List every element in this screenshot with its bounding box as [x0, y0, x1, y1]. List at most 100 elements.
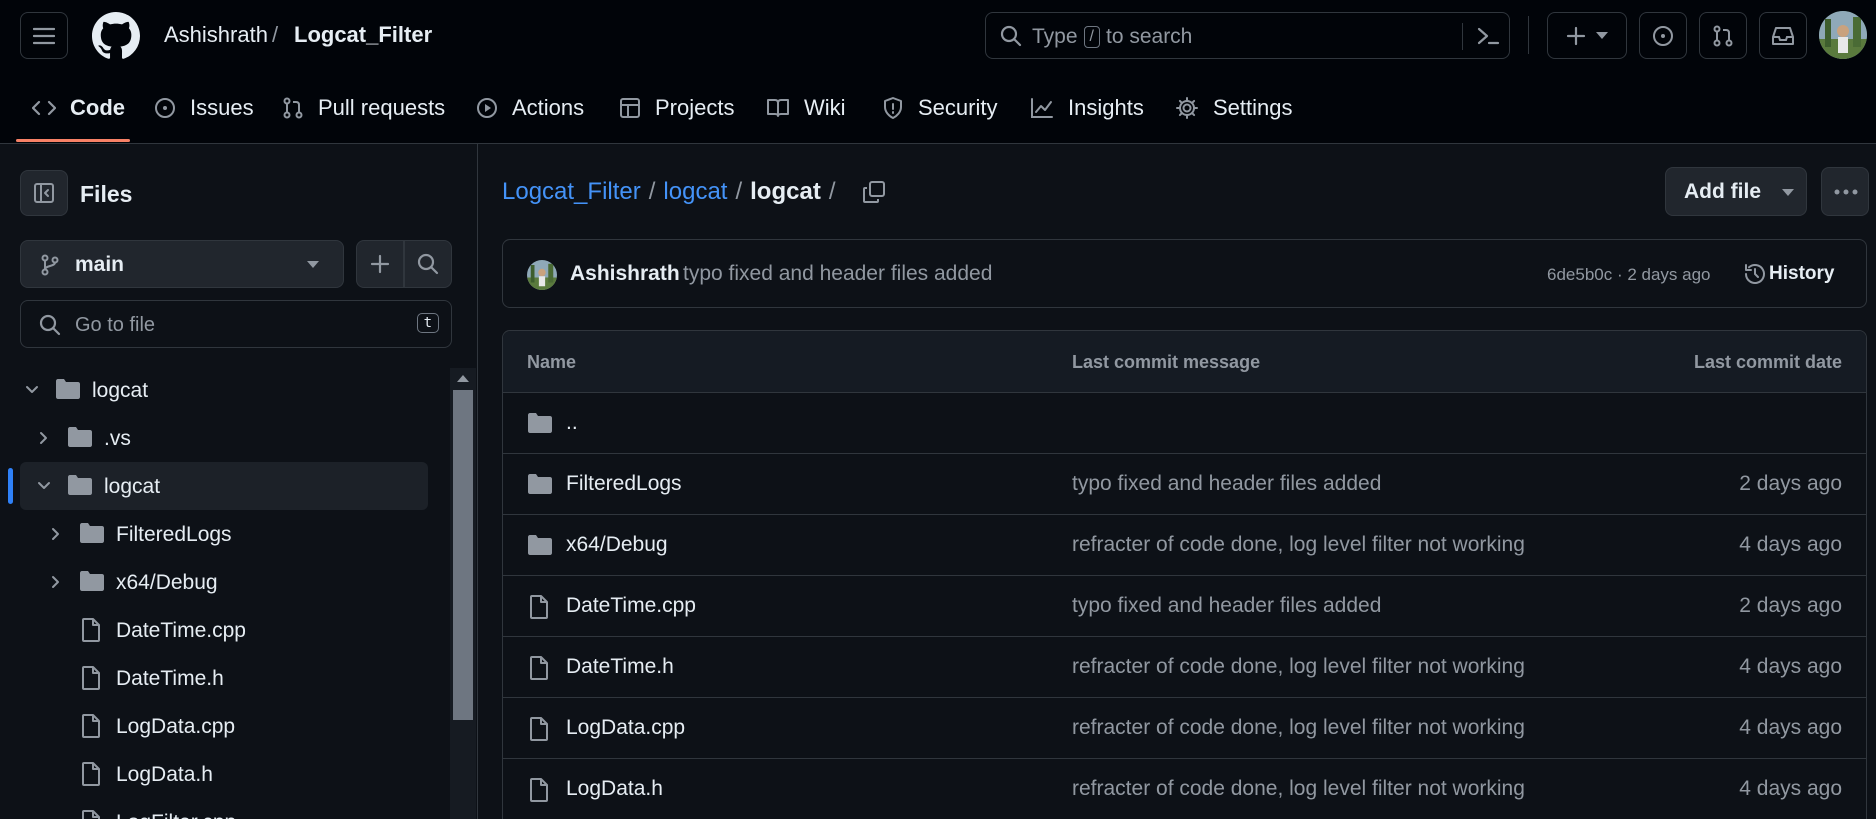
commit-message[interactable]: typo fixed and header files added [683, 262, 992, 286]
tab-security[interactable]: Security [882, 92, 997, 124]
add-file-label: Add file [1684, 180, 1761, 203]
file-name-link[interactable]: FilteredLogs [566, 472, 682, 496]
sidebar-collapse-icon [34, 183, 54, 203]
tab-insights[interactable]: Insights [1030, 92, 1144, 124]
create-new-button[interactable] [1547, 12, 1627, 59]
tab-settings-label: Settings [1213, 95, 1293, 120]
tab-pull-requests-label: Pull requests [318, 95, 446, 120]
table-row[interactable]: DateTime.cpp typo fixed and header files… [503, 576, 1866, 637]
file-name-link[interactable]: x64/Debug [566, 533, 668, 557]
tree-item-logcat-root[interactable]: logcat [0, 370, 428, 410]
branch-selector[interactable]: main [20, 240, 344, 288]
search-placeholder-before: Type [1032, 25, 1078, 48]
commit-message-link[interactable]: refracter of code done, log level filter… [1072, 716, 1525, 740]
search-icon [417, 253, 439, 275]
scrollbar-thumb[interactable] [453, 390, 473, 720]
table-row[interactable]: DateTime.h refracter of code done, log l… [503, 637, 1866, 698]
tab-projects[interactable]: Projects [619, 92, 734, 124]
kebab-horizontal-icon [1834, 189, 1858, 195]
file-icon [530, 595, 548, 619]
avatar[interactable] [1819, 11, 1867, 59]
table-row[interactable]: FilteredLogs typo fixed and header files… [503, 454, 1866, 515]
tree-item-filteredlogs[interactable]: FilteredLogs [0, 514, 428, 554]
menu-button[interactable] [20, 12, 68, 59]
breadcrumb-separator: / [735, 178, 743, 205]
table-row[interactable]: x64/Debug refracter of code done, log le… [503, 515, 1866, 576]
owner-link[interactable]: Ashishrath [164, 22, 268, 48]
go-to-file-input[interactable]: Go to file t [20, 300, 452, 348]
inbox-button[interactable] [1759, 12, 1807, 59]
commit-author[interactable]: Ashishrath [570, 262, 680, 286]
github-logo[interactable] [92, 12, 140, 60]
copy-icon[interactable] [862, 180, 886, 204]
breadcrumb-separator: / [648, 178, 656, 205]
history-button[interactable]: History [1739, 257, 1851, 293]
caret-down-icon [307, 261, 319, 268]
add-file-button[interactable]: Add file [1665, 167, 1807, 216]
tree-item-datetime-h[interactable]: DateTime.h [0, 658, 428, 698]
tree-item-logdata-h[interactable]: LogData.h [0, 754, 428, 794]
tab-code[interactable]: Code [32, 92, 125, 124]
parent-directory-link[interactable]: .. [566, 411, 578, 435]
file-name-link[interactable]: LogData.cpp [566, 716, 685, 740]
command-palette-icon[interactable] [1476, 25, 1500, 47]
commit-message-link[interactable]: refracter of code done, log level filter… [1072, 533, 1525, 557]
pull-request-icon [283, 97, 303, 119]
tree-item-logdata-cpp[interactable]: LogData.cpp [0, 706, 428, 746]
file-name-link[interactable]: DateTime.h [566, 655, 674, 679]
search-input[interactable]: Type / to search [985, 12, 1510, 59]
commit-date: 4 days ago [1739, 777, 1842, 800]
tab-actions[interactable]: Actions [476, 92, 584, 124]
tree-item-label: LogFilter.cpp [116, 811, 236, 819]
search-divider [1462, 23, 1463, 50]
tree-item-logcat-selected[interactable]: logcat [0, 466, 428, 506]
search-files-button[interactable] [404, 240, 452, 288]
tree-item-logfilter-cpp[interactable]: LogFilter.cpp [0, 802, 428, 819]
table-row[interactable]: LogData.cpp refracter of code done, log … [503, 698, 1866, 759]
file-name-link[interactable]: DateTime.cpp [566, 594, 696, 618]
pull-requests-button[interactable] [1699, 12, 1747, 59]
search-shortcut-key: / [1083, 26, 1100, 48]
issues-button[interactable] [1639, 12, 1687, 59]
table-row-parent[interactable]: .. [503, 393, 1866, 454]
table-row[interactable]: LogData.h refracter of code done, log le… [503, 759, 1866, 819]
file-icon [530, 656, 548, 680]
tree-item-label: DateTime.cpp [116, 619, 246, 642]
git-branch-icon [41, 254, 59, 276]
tab-pull-requests[interactable]: Pull requests [282, 92, 445, 124]
collapse-sidebar-button[interactable] [20, 170, 68, 216]
commit-date: 2 days ago [1739, 472, 1842, 495]
repo-link[interactable]: Logcat_Filter [294, 22, 432, 48]
commit-message-link[interactable]: typo fixed and header files added [1072, 472, 1381, 496]
breadcrumb-separator: / [828, 178, 836, 205]
search-placeholder-after: to search [1105, 25, 1193, 48]
gear-icon [1176, 97, 1198, 119]
tab-settings[interactable]: Settings [1175, 92, 1293, 124]
commit-author-avatar[interactable] [527, 260, 557, 290]
tab-issues[interactable]: Issues [154, 92, 254, 124]
tree-item-label: logcat [92, 379, 149, 402]
tab-wiki[interactable]: Wiki [766, 92, 846, 124]
commit-message-link[interactable]: typo fixed and header files added [1072, 594, 1381, 618]
tree-item-vs[interactable]: .vs [0, 418, 428, 458]
scroll-up-arrow-icon[interactable] [455, 372, 471, 384]
add-file-sidebar-button[interactable] [356, 240, 404, 288]
git-pull-request-icon [1713, 25, 1733, 46]
branch-name: main [75, 253, 125, 276]
tree-item-label: FilteredLogs [116, 523, 232, 546]
table-header: Name Last commit message Last commit dat… [503, 331, 1866, 393]
file-name-link[interactable]: LogData.h [566, 777, 663, 801]
breadcrumb-repo-link[interactable]: Logcat_Filter [502, 178, 641, 206]
commit-message-link[interactable]: refracter of code done, log level filter… [1072, 655, 1525, 679]
history-label: History [1769, 263, 1835, 284]
breadcrumb-logcat-link[interactable]: logcat [663, 178, 727, 206]
commit-message-link[interactable]: refracter of code done, log level filter… [1072, 777, 1525, 801]
commit-date: 4 days ago [1739, 716, 1842, 739]
folder-icon [68, 427, 92, 447]
tree-item-x64-debug[interactable]: x64/Debug [0, 562, 428, 602]
file-icon [82, 810, 100, 819]
tree-item-datetime-cpp[interactable]: DateTime.cpp [0, 610, 428, 650]
more-options-button[interactable] [1821, 167, 1869, 216]
shield-icon [884, 97, 902, 119]
commit-hash-age[interactable]: 6de5b0c · 2 days ago [1547, 265, 1711, 285]
